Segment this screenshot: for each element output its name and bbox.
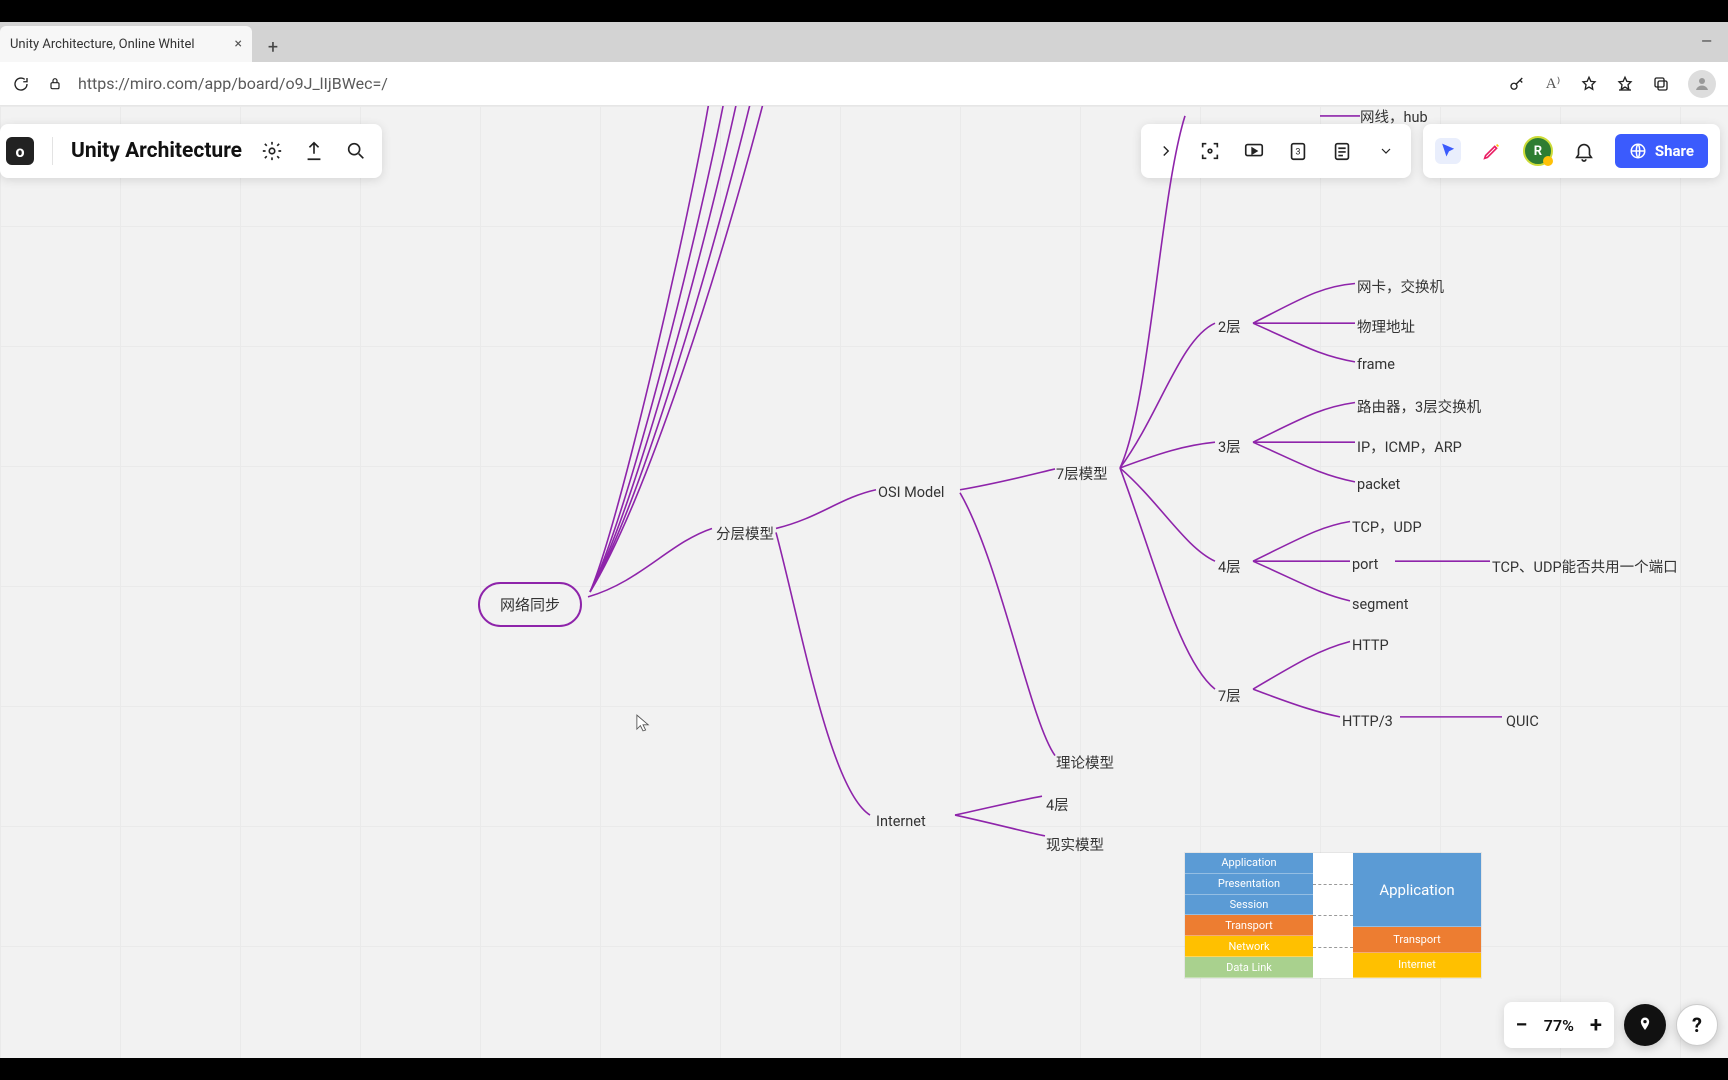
node-7layer-model[interactable]: 7层模型 xyxy=(1056,463,1108,484)
browser-tab[interactable]: Unity Architecture, Online Whitel × xyxy=(0,26,252,62)
letterbox-bottom xyxy=(0,1058,1728,1080)
osi-cell: Network xyxy=(1185,936,1313,957)
node-l2-nic[interactable]: 网卡，交换机 xyxy=(1357,276,1444,297)
refresh-icon[interactable] xyxy=(12,75,30,93)
node-l7-quic[interactable]: QUIC xyxy=(1506,713,1539,730)
node-l2-frame[interactable]: frame xyxy=(1357,356,1395,373)
node-l4-segment[interactable]: segment xyxy=(1352,596,1408,613)
collections-icon[interactable] xyxy=(1652,75,1670,93)
mindmap-root-label: 网络同步 xyxy=(500,596,560,614)
tcpip-cell: Transport xyxy=(1353,927,1481,952)
node-l2[interactable]: 2层 xyxy=(1218,316,1241,337)
node-reality-model[interactable]: 现实模型 xyxy=(1046,834,1104,855)
node-layer-model[interactable]: 分层模型 xyxy=(716,523,774,544)
node-l7-http3[interactable]: HTTP/3 xyxy=(1342,713,1393,730)
node-cable-hub[interactable]: 网线，hub xyxy=(1360,106,1428,127)
browser-tab-title: Unity Architecture, Online Whitel xyxy=(10,37,227,52)
node-l3-ip[interactable]: IP，ICMP，ARP xyxy=(1357,436,1462,457)
zoom-level[interactable]: 77% xyxy=(1544,1016,1574,1035)
node-l7[interactable]: 7层 xyxy=(1218,685,1241,706)
zoom-in-button[interactable]: + xyxy=(1590,1013,1602,1038)
favorites-bar-icon[interactable] xyxy=(1616,75,1634,93)
osi-cell: Presentation xyxy=(1185,874,1313,895)
node-l3[interactable]: 3层 xyxy=(1218,436,1241,457)
node-l3-packet[interactable]: packet xyxy=(1357,476,1400,493)
osi-cell: Data Link xyxy=(1185,957,1313,978)
node-internet-4layer[interactable]: 4层 xyxy=(1046,794,1069,815)
new-tab-button[interactable]: + xyxy=(258,32,288,62)
osi-cell: Session xyxy=(1185,895,1313,916)
node-l4[interactable]: 4层 xyxy=(1218,556,1241,577)
node-theory-model[interactable]: 理论模型 xyxy=(1056,752,1114,773)
read-aloud-icon[interactable]: A⁾ xyxy=(1544,75,1562,93)
mindmap-root-node[interactable]: 网络同步 xyxy=(478,582,582,627)
node-l2-mac[interactable]: 物理地址 xyxy=(1357,316,1415,337)
zoom-out-button[interactable]: − xyxy=(1516,1013,1528,1038)
window-minimize-icon[interactable]: — xyxy=(1701,34,1712,50)
node-l4-port-q[interactable]: TCP、UDP能否共用一个端口 xyxy=(1492,556,1678,577)
map-toggle-button[interactable] xyxy=(1624,1004,1666,1046)
tcpip-cell: Application xyxy=(1353,853,1481,927)
browser-address-bar: https://miro.com/app/board/o9J_lIjBWec=/… xyxy=(0,62,1728,106)
node-l4-port[interactable]: port xyxy=(1352,556,1378,573)
canvas-cursor-icon xyxy=(636,714,650,732)
osi-cell: Transport xyxy=(1185,915,1313,936)
help-button[interactable]: ? xyxy=(1676,1004,1718,1046)
osi-tcpip-table[interactable]: Application Presentation Session Transpo… xyxy=(1185,853,1481,978)
tcpip-cell: Internet xyxy=(1353,953,1481,978)
node-l3-router[interactable]: 路由器，3层交换机 xyxy=(1357,396,1481,417)
node-internet[interactable]: Internet xyxy=(876,813,926,830)
osi-cell: Application xyxy=(1185,853,1313,874)
key-icon[interactable] xyxy=(1508,75,1526,93)
node-osi-model[interactable]: OSI Model xyxy=(878,484,944,501)
tab-close-icon[interactable]: × xyxy=(235,36,242,52)
miro-canvas[interactable]: o Unity Architecture 3 xyxy=(0,106,1728,1058)
node-l7-http[interactable]: HTTP xyxy=(1352,637,1389,654)
url-text[interactable]: https://miro.com/app/board/o9J_lIjBWec=/ xyxy=(78,74,1494,93)
site-lock-icon[interactable] xyxy=(46,75,64,93)
browser-tab-strip: Unity Architecture, Online Whitel × + — xyxy=(0,22,1728,62)
letterbox-top xyxy=(0,0,1728,22)
zoom-controls: − 77% + ? xyxy=(1504,1002,1719,1048)
profile-avatar-icon[interactable] xyxy=(1688,70,1716,98)
favorite-icon[interactable] xyxy=(1580,75,1598,93)
node-l4-tcpudp[interactable]: TCP，UDP xyxy=(1352,516,1422,537)
